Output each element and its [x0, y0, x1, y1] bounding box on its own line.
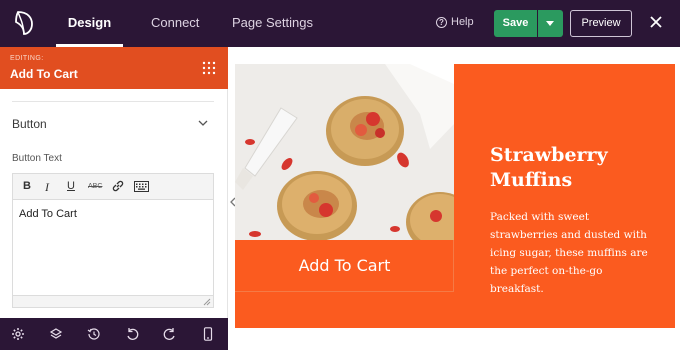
help-icon: ? [436, 16, 447, 28]
tab-design[interactable]: Design [56, 0, 123, 47]
section-button[interactable]: Button [12, 117, 47, 131]
editing-header: EDITING: Add To Cart [0, 47, 228, 89]
editor-status-bar [13, 295, 213, 307]
save-options-dropdown[interactable] [538, 10, 563, 37]
bold-icon[interactable]: B [23, 180, 31, 192]
underline-icon[interactable]: U [67, 180, 75, 192]
help-link[interactable]: ? Help [436, 16, 474, 28]
bottom-toolbar [0, 318, 228, 350]
editing-title: Add To Cart [10, 67, 78, 81]
description-text[interactable]: Packed with sweet strawberries and duste… [490, 208, 655, 298]
button-text-editor[interactable]: B I U ABC Add To Cart [12, 173, 214, 308]
editor-toolbar: B I U ABC [13, 174, 213, 200]
add-to-cart-block[interactable]: Add To Cart [235, 240, 454, 292]
mobile-preview-icon[interactable] [201, 327, 215, 341]
help-label: Help [451, 16, 474, 28]
editor-value[interactable]: Add To Cart [19, 208, 77, 220]
button-text-label: Button Text [12, 153, 62, 164]
tab-connect[interactable]: Connect [151, 0, 199, 47]
undo-icon[interactable] [125, 327, 139, 341]
editing-label: EDITING: [10, 55, 44, 62]
settings-icon[interactable] [11, 327, 25, 341]
muffins-photo[interactable] [235, 64, 454, 240]
italic-icon[interactable]: I [45, 180, 49, 195]
history-icon[interactable] [87, 327, 101, 341]
resize-handle-icon[interactable] [203, 298, 211, 306]
editor-panel: EDITING: Add To Cart Button Button Text … [0, 47, 228, 350]
drag-handle-icon[interactable] [201, 60, 217, 76]
tab-page-settings[interactable]: Page Settings [232, 0, 313, 47]
seedprod-logo-icon[interactable] [14, 10, 34, 36]
keyboard-icon[interactable] [134, 181, 149, 192]
headline-line-1: Strawberry [490, 144, 608, 166]
close-icon[interactable] [646, 12, 666, 32]
add-to-cart-button[interactable]: Add To Cart [235, 240, 454, 292]
divider [12, 101, 214, 102]
strikethrough-icon[interactable]: ABC [88, 183, 102, 190]
layers-icon[interactable] [49, 327, 63, 341]
save-button[interactable]: Save [494, 10, 537, 37]
headline-line-2: Muffins [490, 169, 573, 191]
muffins-image [235, 64, 454, 240]
chevron-down-icon[interactable] [198, 119, 208, 127]
top-bar: Design Connect Page Settings ? Help Save… [0, 0, 680, 47]
preview-button[interactable]: Preview [570, 10, 632, 37]
headline[interactable]: Strawberry Muffins [490, 143, 660, 193]
redo-icon[interactable] [163, 327, 177, 341]
link-icon[interactable] [111, 179, 125, 193]
